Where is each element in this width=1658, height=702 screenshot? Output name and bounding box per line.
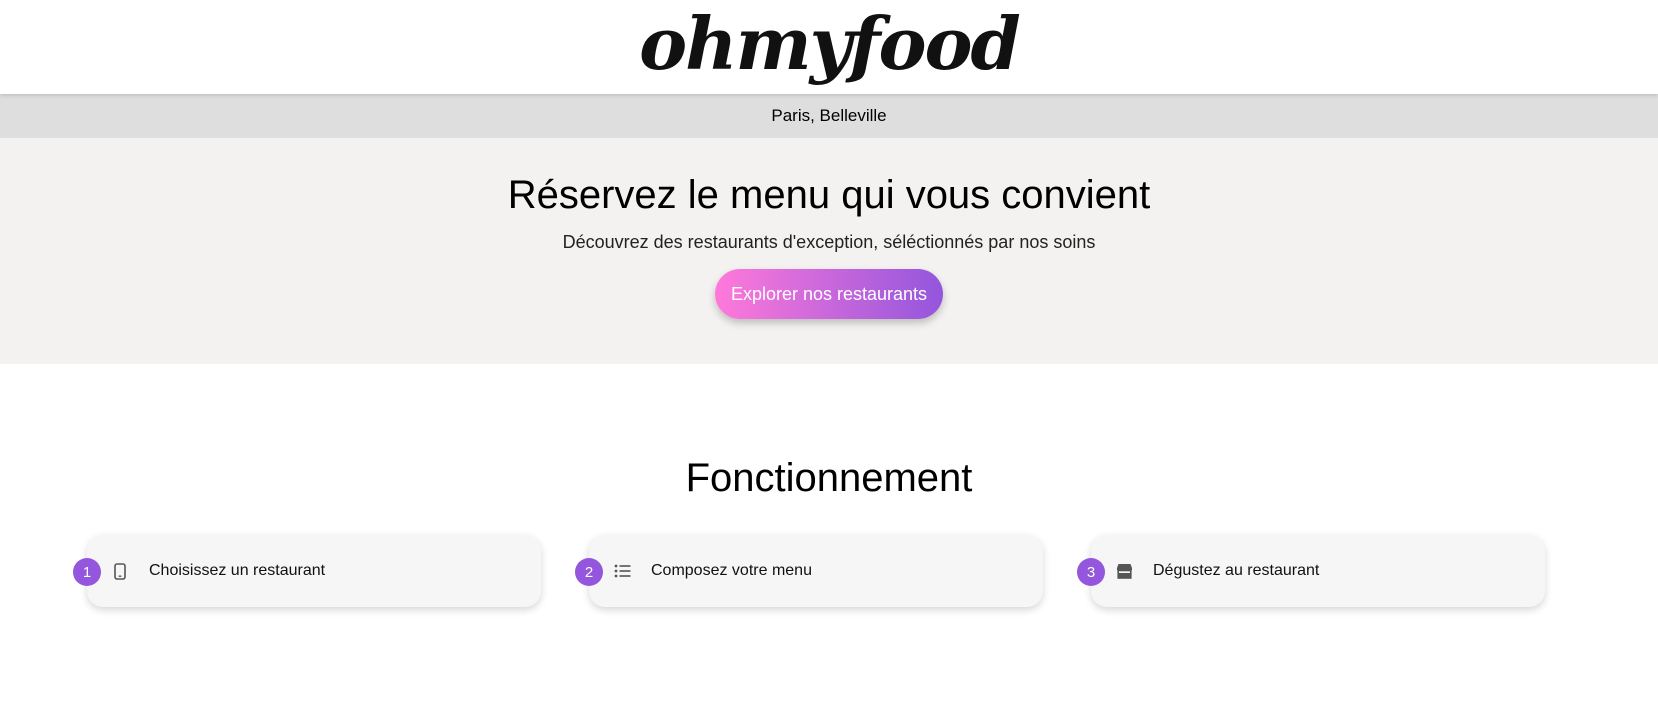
step-card-choose-restaurant: 1 Choisissez un restaurant	[73, 535, 541, 607]
list-icon	[613, 562, 631, 580]
logo[interactable]: ohmyfood	[639, 8, 1021, 80]
location-text: Paris, Belleville	[771, 106, 887, 125]
steps-list: 1 Choisissez un restaurant 2 Composez vo…	[0, 535, 1658, 615]
step-label: Choisissez un restaurant	[149, 562, 326, 579]
step-label: Composez votre menu	[651, 562, 812, 579]
step-number-badge: 1	[73, 558, 101, 586]
hero-subtitle: Découvrez des restaurants d'exception, s…	[562, 232, 1096, 252]
step-card-taste-restaurant: 3 Dégustez au restaurant	[1077, 535, 1545, 607]
explore-restaurants-button[interactable]: Explorer nos restaurants	[714, 269, 944, 319]
how-it-works-section: Fonctionnement 1 Choisissez un restauran…	[0, 364, 1658, 615]
step-number-badge: 3	[1077, 558, 1105, 586]
site-header: ohmyfood	[0, 0, 1658, 94]
step-card-compose-menu: 2 Composez votre menu	[575, 535, 1043, 607]
mobile-phone-icon	[111, 562, 129, 580]
store-icon	[1115, 562, 1133, 580]
hero-section: Réservez le menu qui vous convient Décou…	[0, 138, 1658, 364]
step-number-badge: 2	[575, 558, 603, 586]
how-it-works-title: Fonctionnement	[685, 456, 973, 500]
hero-title: Réservez le menu qui vous convient	[507, 173, 1151, 217]
step-label: Dégustez au restaurant	[1153, 562, 1320, 579]
location-bar: Paris, Belleville	[0, 94, 1658, 138]
